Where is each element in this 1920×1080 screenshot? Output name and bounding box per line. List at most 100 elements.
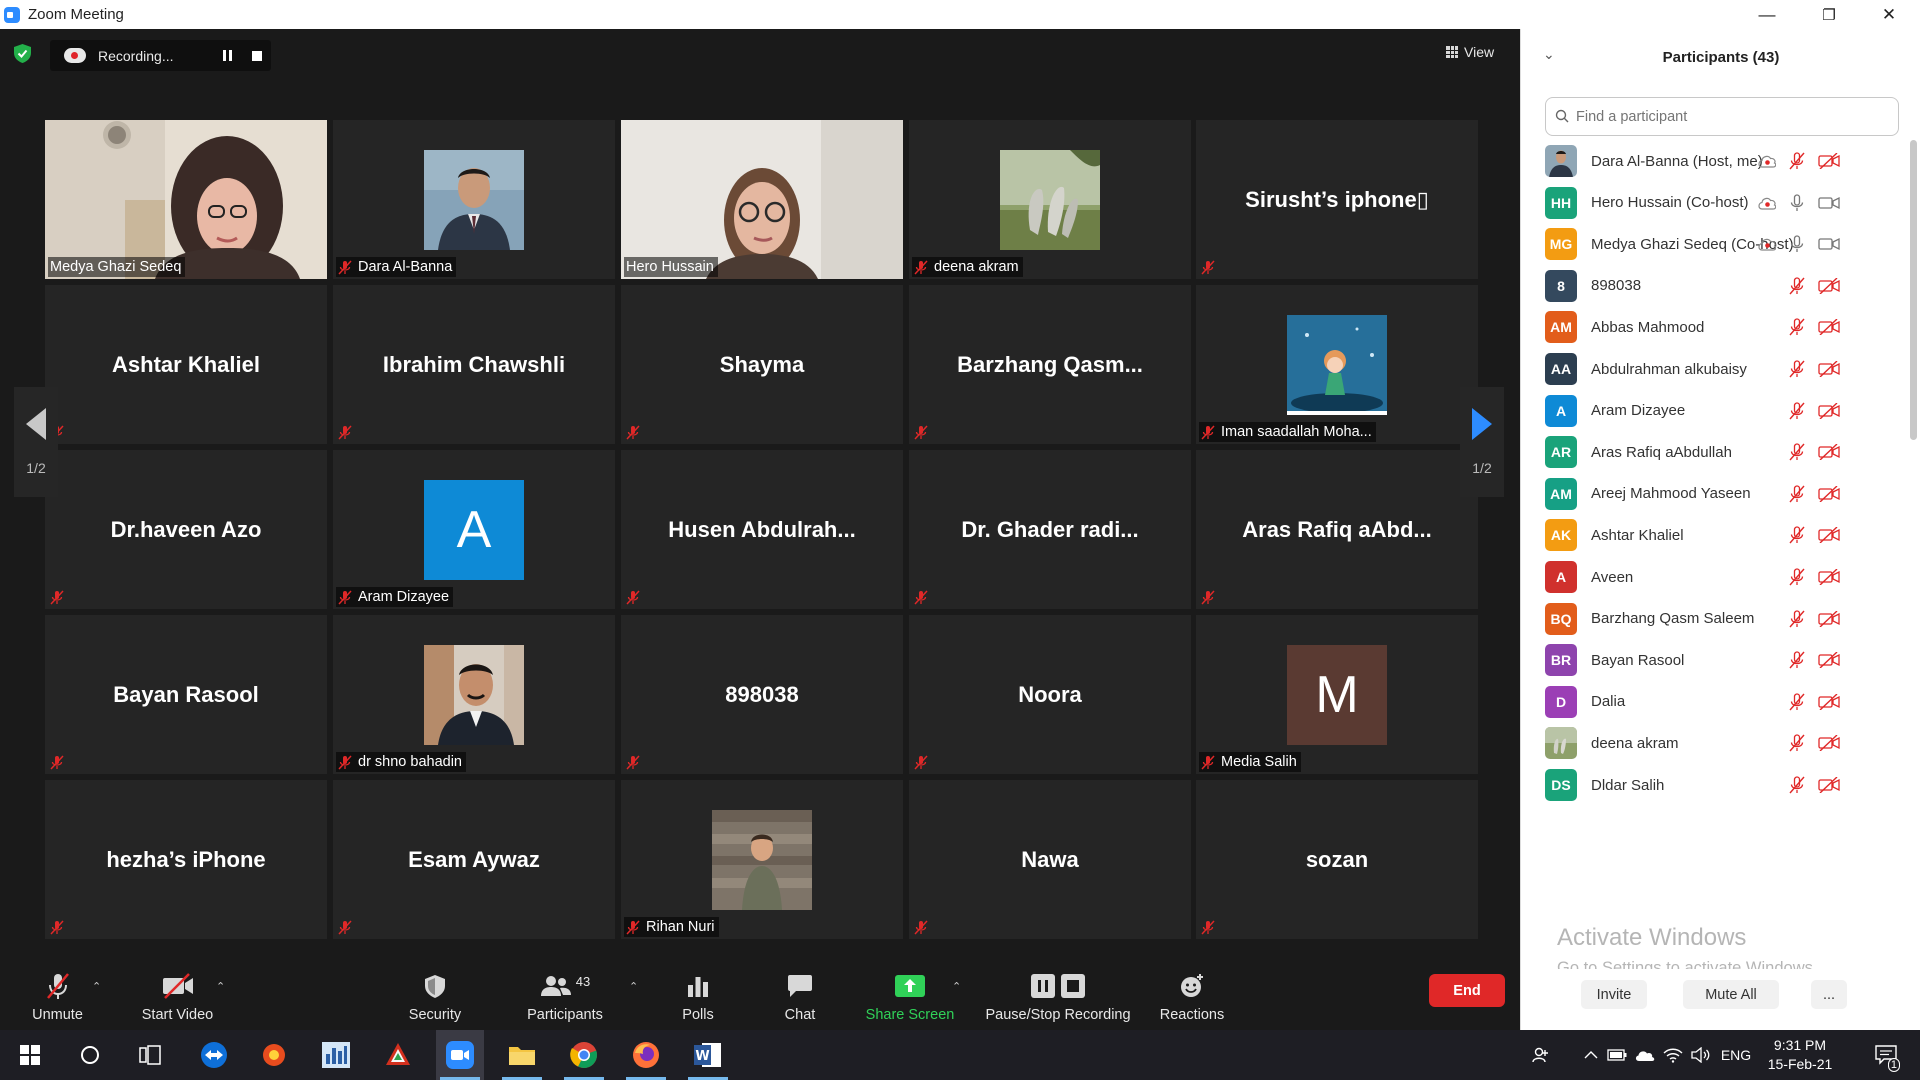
- zoom-app[interactable]: [436, 1030, 484, 1080]
- start-button[interactable]: [6, 1030, 54, 1080]
- mic-icon[interactable]: [1787, 193, 1807, 213]
- onedrive-cloud-icon[interactable]: [1632, 1030, 1658, 1080]
- participant-row[interactable]: AA Abdulrahman alkubaisy: [1521, 348, 1906, 390]
- video-options-caret[interactable]: ⌃: [216, 980, 225, 993]
- previous-page-button[interactable]: 1/2: [14, 387, 58, 497]
- mic-muted-icon[interactable]: [1787, 733, 1807, 753]
- participants-button[interactable]: 43 Participants: [520, 960, 610, 1030]
- minimize-button[interactable]: —: [1738, 0, 1796, 29]
- video-tile[interactable]: Nawa: [909, 780, 1191, 939]
- video-tile[interactable]: Medya Ghazi Sedeq: [45, 120, 327, 279]
- participant-row[interactable]: D Dalia: [1521, 681, 1906, 723]
- participant-row[interactable]: AM Areej Mahmood Yaseen: [1521, 473, 1906, 515]
- mic-muted-icon[interactable]: [1787, 484, 1807, 504]
- participants-options-caret[interactable]: ⌃: [629, 980, 638, 993]
- share-options-caret[interactable]: ⌃: [952, 980, 961, 993]
- participant-row[interactable]: AM Abbas Mahmood: [1521, 306, 1906, 348]
- mic-muted-icon[interactable]: [1787, 151, 1807, 171]
- video-tile[interactable]: hezha’s iPhone: [45, 780, 327, 939]
- security-button[interactable]: Security: [400, 960, 470, 1030]
- volume-icon[interactable]: [1688, 1030, 1714, 1080]
- participant-row[interactable]: BQ Barzhang Qasm Saleem: [1521, 598, 1906, 640]
- battery-icon[interactable]: [1604, 1030, 1630, 1080]
- video-tile[interactable]: Iman saadallah Moha...: [1196, 285, 1478, 444]
- mic-muted-icon[interactable]: [1787, 317, 1807, 337]
- video-tile[interactable]: Ashtar Khaliel: [45, 285, 327, 444]
- people-icon[interactable]: [1526, 1030, 1556, 1080]
- find-participant-input[interactable]: [1545, 97, 1899, 136]
- pause-stop-recording-button[interactable]: Pause/Stop Recording: [978, 960, 1138, 1030]
- start-video-button[interactable]: Start Video: [130, 960, 225, 1030]
- video-tile[interactable]: A Aram Dizayee: [333, 450, 615, 609]
- next-page-button[interactable]: 1/2: [1460, 387, 1504, 497]
- mic-icon[interactable]: [1787, 234, 1807, 254]
- mic-muted-icon[interactable]: [1787, 609, 1807, 629]
- video-tile[interactable]: 898038: [621, 615, 903, 774]
- video-tile[interactable]: Bayan Rasool: [45, 615, 327, 774]
- participant-row[interactable]: deena akram: [1521, 722, 1906, 764]
- file-explorer-app[interactable]: [498, 1030, 546, 1080]
- video-tile[interactable]: Esam Aywaz: [333, 780, 615, 939]
- mic-muted-icon[interactable]: [1787, 401, 1807, 421]
- video-tile[interactable]: Dr. Ghader radi...: [909, 450, 1191, 609]
- mic-muted-icon[interactable]: [1787, 359, 1807, 379]
- video-tile[interactable]: Dr.haveen Azo: [45, 450, 327, 609]
- mic-muted-icon[interactable]: [1787, 525, 1807, 545]
- video-tile[interactable]: sozan: [1196, 780, 1478, 939]
- participant-row[interactable]: BR Bayan Rasool: [1521, 639, 1906, 681]
- video-tile[interactable]: Rihan Nuri: [621, 780, 903, 939]
- participant-list-scrollbar[interactable]: [1910, 140, 1917, 440]
- end-meeting-button[interactable]: End: [1429, 974, 1505, 1007]
- task-view-button[interactable]: [126, 1030, 174, 1080]
- show-hidden-icons-icon[interactable]: [1578, 1030, 1604, 1080]
- polls-button[interactable]: Polls: [668, 960, 728, 1030]
- share-screen-button[interactable]: Share Screen: [862, 960, 958, 1030]
- video-tile[interactable]: Ibrahim Chawshli: [333, 285, 615, 444]
- video-tile[interactable]: Sirusht’s iphone▯: [1196, 120, 1478, 279]
- mic-muted-icon[interactable]: [1787, 650, 1807, 670]
- video-tile[interactable]: Dara Al-Banna: [333, 120, 615, 279]
- participant-row[interactable]: MG Medya Ghazi Sedeq (Co-host): [1521, 223, 1906, 265]
- video-tile[interactable]: dr shno bahadin: [333, 615, 615, 774]
- spreadsheet-app[interactable]: [312, 1030, 360, 1080]
- restore-button[interactable]: ❐: [1800, 0, 1858, 29]
- chat-button[interactable]: Chat: [770, 960, 830, 1030]
- participant-row[interactable]: AR Aras Rafiq aAbdullah: [1521, 431, 1906, 473]
- teamviewer-app[interactable]: [190, 1030, 238, 1080]
- mic-muted-icon[interactable]: [1787, 276, 1807, 296]
- participant-row[interactable]: HH Hero Hussain (Co-host): [1521, 182, 1906, 224]
- participant-row[interactable]: 8 898038: [1521, 265, 1906, 307]
- participant-row[interactable]: A Aram Dizayee: [1521, 390, 1906, 432]
- firefox-app[interactable]: [622, 1030, 670, 1080]
- unmute-button[interactable]: Unmute: [20, 960, 95, 1030]
- participant-row[interactable]: Dara Al-Banna (Host, me): [1521, 140, 1906, 182]
- video-tile[interactable]: Barzhang Qasm...: [909, 285, 1191, 444]
- notification-center-button[interactable]: 1: [1866, 1030, 1906, 1080]
- video-tile[interactable]: Noora: [909, 615, 1191, 774]
- wifi-icon[interactable]: [1660, 1030, 1686, 1080]
- mute-all-button[interactable]: Mute All: [1683, 980, 1779, 1009]
- mic-muted-icon[interactable]: [1787, 775, 1807, 795]
- mic-muted-icon[interactable]: [1787, 567, 1807, 587]
- mic-muted-icon[interactable]: [1787, 692, 1807, 712]
- participant-row[interactable]: DS Dldar Salih: [1521, 764, 1906, 806]
- participant-row[interactable]: AK Ashtar Khaliel: [1521, 514, 1906, 556]
- chrome-app[interactable]: [560, 1030, 608, 1080]
- word-app[interactable]: W: [684, 1030, 732, 1080]
- audio-options-caret[interactable]: ⌃: [92, 980, 101, 993]
- close-button[interactable]: ✕: [1860, 0, 1918, 29]
- clock[interactable]: 9:31 PM 15-Feb-21: [1750, 1036, 1850, 1074]
- video-tile[interactable]: Husen Abdulrah...: [621, 450, 903, 609]
- video-tile[interactable]: Aras Rafiq aAbd...: [1196, 450, 1478, 609]
- participant-row[interactable]: A Aveen: [1521, 556, 1906, 598]
- pdf-app[interactable]: [374, 1030, 422, 1080]
- search-taskbar-button[interactable]: [66, 1030, 114, 1080]
- media-app[interactable]: [250, 1030, 298, 1080]
- video-tile[interactable]: Shayma: [621, 285, 903, 444]
- invite-button[interactable]: Invite: [1581, 980, 1647, 1009]
- reactions-button[interactable]: Reactions: [1152, 960, 1232, 1030]
- mic-muted-icon[interactable]: [1787, 442, 1807, 462]
- video-tile[interactable]: M Media Salih: [1196, 615, 1478, 774]
- more-options-button[interactable]: ...: [1811, 980, 1847, 1009]
- video-tile[interactable]: deena akram: [909, 120, 1191, 279]
